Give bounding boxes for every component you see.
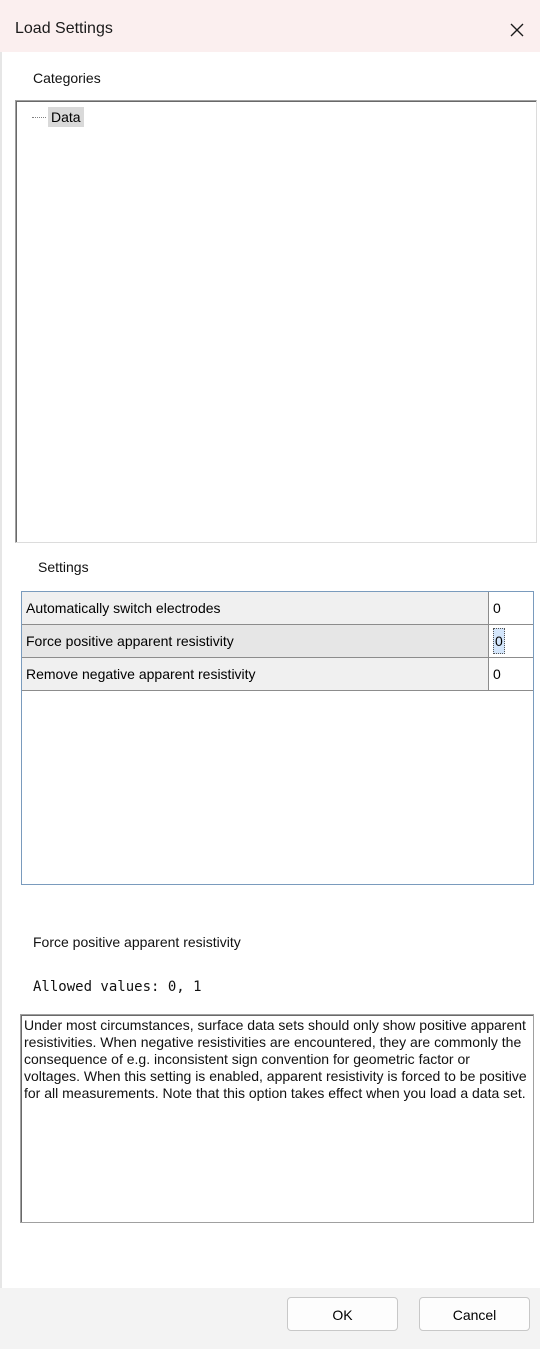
setting-name: Remove negative apparent resistivity xyxy=(22,658,489,691)
close-icon xyxy=(510,23,524,37)
settings-grid[interactable]: Automatically switch electrodes 0 Force … xyxy=(21,591,534,885)
tree-item-label: Data xyxy=(48,107,84,127)
settings-row-automatically-switch-electrodes[interactable]: Automatically switch electrodes 0 xyxy=(22,592,533,625)
tree-connector xyxy=(32,116,46,119)
title-bar: Load Settings xyxy=(0,0,540,52)
settings-row-remove-negative-apparent-resistivity[interactable]: Remove negative apparent resistivity 0 xyxy=(22,658,533,691)
setting-name: Automatically switch electrodes xyxy=(22,592,489,625)
ok-button[interactable]: OK xyxy=(287,1297,398,1331)
cancel-button[interactable]: Cancel xyxy=(419,1297,530,1331)
settings-row-force-positive-apparent-resistivity[interactable]: Force positive apparent resistivity 0 xyxy=(22,625,533,658)
setting-value[interactable]: 0 xyxy=(489,658,533,691)
setting-value[interactable]: 0 xyxy=(489,625,533,658)
detail-title: Force positive apparent resistivity xyxy=(33,934,241,950)
close-button[interactable] xyxy=(494,8,540,52)
setting-value-text: 0 xyxy=(493,600,501,616)
setting-value-text: 0 xyxy=(493,628,505,654)
tree-item-data[interactable]: Data xyxy=(32,107,84,127)
window-edge xyxy=(0,52,2,1349)
settings-label: Settings xyxy=(38,559,89,575)
window-title: Load Settings xyxy=(15,20,113,37)
categories-tree[interactable]: Data xyxy=(15,100,537,543)
setting-name: Force positive apparent resistivity xyxy=(22,625,489,658)
setting-value[interactable]: 0 xyxy=(489,592,533,625)
setting-value-text: 0 xyxy=(493,666,501,682)
description-box[interactable]: Under most circumstances, surface data s… xyxy=(20,1014,534,1223)
categories-label: Categories xyxy=(33,70,101,86)
allowed-values: Allowed values: 0, 1 xyxy=(33,979,202,995)
